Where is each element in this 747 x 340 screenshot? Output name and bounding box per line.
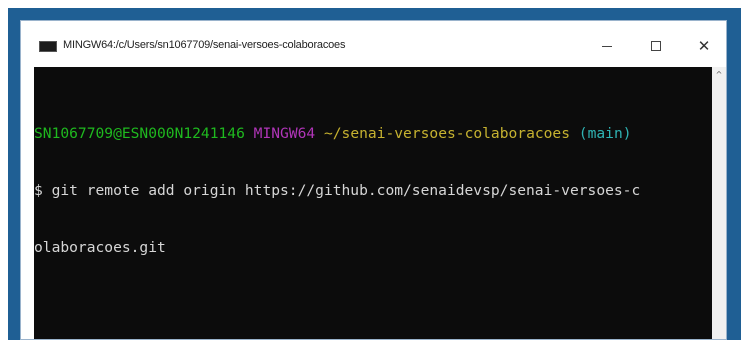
- prompt-path: ~/senai-versoes-colaboracoes: [323, 125, 570, 142]
- title-bar[interactable]: MINGW64:/c/Users/sn1067709/senai-versoes…: [21, 21, 726, 67]
- close-button[interactable]: ✕: [681, 31, 727, 61]
- maximize-button[interactable]: [633, 31, 679, 61]
- scroll-up-arrow-icon[interactable]: ^: [712, 69, 726, 81]
- terminal-icon: [39, 41, 57, 52]
- prompt-line: SN1067709@ESN000N1241146 MINGW64 ~/senai…: [34, 124, 712, 143]
- vertical-scrollbar[interactable]: ^: [712, 67, 726, 339]
- minimize-button[interactable]: [584, 31, 630, 61]
- maximize-icon: [651, 41, 661, 51]
- close-icon: ✕: [697, 36, 711, 55]
- terminal-output: SN1067709@ESN000N1241146 MINGW64 ~/senai…: [34, 86, 712, 295]
- window-title: MINGW64:/c/Users/sn1067709/senai-versoes…: [63, 39, 346, 51]
- prompt-branch: (main): [578, 125, 632, 142]
- screenshot-frame: MINGW64:/c/Users/sn1067709/senai-versoes…: [0, 0, 747, 340]
- terminal-console[interactable]: SN1067709@ESN000N1241146 MINGW64 ~/senai…: [34, 67, 712, 339]
- command-line: $ git remote add origin https://github.c…: [34, 182, 641, 199]
- minimize-icon: [602, 45, 612, 47]
- prompt-user-host: SN1067709@ESN000N1241146: [34, 125, 245, 142]
- command-line-wrap: olaboracoes.git: [34, 239, 166, 256]
- prompt-system: MINGW64: [253, 125, 316, 142]
- terminal-window: MINGW64:/c/Users/sn1067709/senai-versoes…: [20, 20, 727, 340]
